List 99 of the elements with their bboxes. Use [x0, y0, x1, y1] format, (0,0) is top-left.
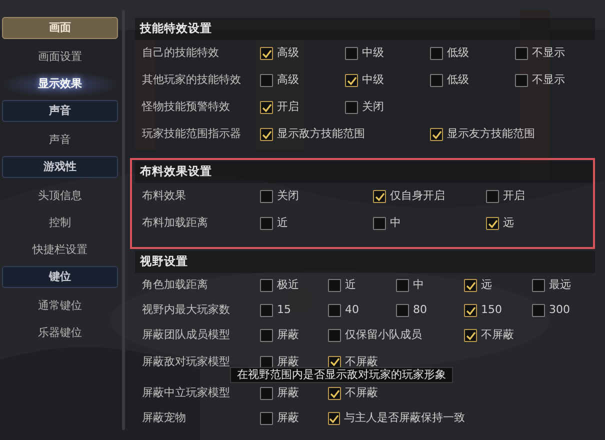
checkbox[interactable]: [515, 74, 528, 87]
option-label: 最远: [549, 277, 571, 294]
option-label: 低级: [447, 72, 469, 88]
setting-label: 自己的技能特效: [141, 45, 220, 62]
option-label: 150: [481, 302, 502, 318]
sidebar-item[interactable]: 控制: [0, 210, 120, 237]
option-label: 中级: [362, 72, 384, 88]
checkbox[interactable]: [260, 304, 273, 317]
checkbox[interactable]: [260, 74, 273, 87]
option-label: 中: [390, 215, 401, 232]
checkbox[interactable]: [260, 387, 273, 400]
option-label: 近: [277, 215, 288, 232]
checkbox[interactable]: [430, 74, 443, 87]
checkbox[interactable]: [373, 190, 386, 203]
option-label: 开启: [503, 188, 525, 204]
checkbox[interactable]: [345, 47, 358, 60]
checkbox[interactable]: [486, 190, 499, 203]
option-label: 与主人是否屏蔽保持一致: [344, 410, 465, 426]
setting-label: 布料加载距离: [141, 215, 209, 232]
setting-label: 视野内最大玩家数: [141, 302, 231, 318]
option-label: 屏蔽: [277, 385, 299, 402]
option-label: 中: [413, 277, 424, 294]
option-label: 低级: [447, 45, 469, 62]
checkbox[interactable]: [532, 279, 545, 292]
checkbox[interactable]: [260, 217, 273, 230]
option-label: 关闭: [362, 99, 384, 116]
checkbox[interactable]: [260, 101, 273, 114]
checkbox[interactable]: [328, 387, 341, 400]
tooltip: 在视野范围内是否显示敌对玩家的玩家形象: [230, 367, 453, 383]
option-label: 屏蔽: [277, 327, 299, 344]
option-label: 关闭: [277, 188, 299, 204]
setting-label: 怪物技能预警特效: [140, 99, 231, 116]
sidebar-item[interactable]: 快捷栏设置: [0, 237, 120, 264]
checkbox[interactable]: [328, 279, 341, 292]
section-title: 布料效果设置: [135, 161, 593, 183]
option-label: 屏蔽: [277, 410, 299, 426]
option-label: 40: [345, 302, 359, 318]
sidebar-category[interactable]: 游戏性: [2, 156, 118, 178]
option-label: 远: [503, 215, 514, 232]
option-label: 近: [345, 277, 356, 294]
checkbox[interactable]: [532, 304, 545, 317]
option-label: 不显示: [532, 45, 565, 62]
sidebar-category[interactable]: 键位: [2, 266, 118, 288]
option-label: 高级: [277, 72, 299, 88]
setting-label: 屏蔽宠物: [141, 410, 187, 426]
option-label: 显示友方技能范围: [447, 126, 535, 142]
setting-label: 布料效果: [141, 188, 187, 204]
checkbox[interactable]: [260, 128, 273, 141]
sidebar-category[interactable]: 声音: [2, 100, 118, 122]
checkbox[interactable]: [260, 279, 273, 292]
checkbox[interactable]: [345, 74, 358, 87]
option-label: 开启: [277, 99, 299, 116]
checkbox[interactable]: [260, 412, 273, 425]
checkbox[interactable]: [260, 329, 273, 342]
setting-label: 角色加载距离: [141, 277, 209, 294]
option-label: 不屏蔽: [481, 327, 514, 344]
option-label: 80: [413, 302, 427, 318]
checkbox[interactable]: [373, 217, 386, 230]
checkbox[interactable]: [515, 47, 528, 60]
checkbox[interactable]: [396, 279, 409, 292]
option-label: 不显示: [532, 72, 565, 88]
checkbox[interactable]: [328, 304, 341, 317]
sidebar-item[interactable]: 乐器键位: [0, 320, 120, 347]
section-title: 视野设置: [135, 251, 595, 273]
option-label: 不屏蔽: [345, 385, 378, 402]
section-title: 技能特效设置: [135, 18, 595, 40]
checkbox[interactable]: [486, 217, 499, 230]
setting-label: 其他玩家的技能特效: [141, 72, 242, 88]
option-label: 15: [277, 302, 291, 318]
option-label: 远: [481, 277, 492, 294]
setting-label: 屏蔽团队成员模型: [141, 327, 231, 344]
checkbox[interactable]: [464, 279, 477, 292]
option-label: 极近: [277, 277, 299, 294]
option-label: 高级: [277, 45, 299, 62]
setting-label: 屏蔽中立玩家模型: [141, 385, 231, 402]
setting-label: 玩家技能范围指示器: [141, 126, 242, 142]
checkbox[interactable]: [464, 329, 477, 342]
sidebar-item[interactable]: 通常键位: [0, 293, 120, 320]
option-label: 仅保留小队成员: [345, 327, 422, 344]
checkbox[interactable]: [328, 412, 340, 425]
option-label: 仅自身开启: [390, 188, 445, 204]
sidebar-item[interactable]: 声音: [0, 127, 120, 154]
option-label: 显示敌方技能范围: [277, 126, 365, 142]
checkbox[interactable]: [345, 101, 358, 114]
sidebar-item[interactable]: 画面设置: [0, 44, 120, 71]
checkbox[interactable]: [396, 304, 409, 317]
checkbox[interactable]: [464, 304, 477, 317]
checkbox[interactable]: [430, 128, 443, 141]
checkbox[interactable]: [430, 47, 443, 60]
sidebar-item[interactable]: 头顶信息: [0, 183, 120, 210]
sidebar-category[interactable]: 画面: [2, 17, 118, 39]
checkbox[interactable]: [328, 329, 341, 342]
option-label: 300: [549, 302, 570, 318]
option-label: 中级: [362, 45, 384, 62]
checkbox[interactable]: [260, 47, 273, 60]
option-label: 屏蔽: [277, 354, 299, 369]
setting-label: 屏蔽敌对玩家模型: [141, 354, 231, 370]
checkbox[interactable]: [260, 190, 273, 203]
option-label: 不屏蔽: [345, 354, 378, 369]
